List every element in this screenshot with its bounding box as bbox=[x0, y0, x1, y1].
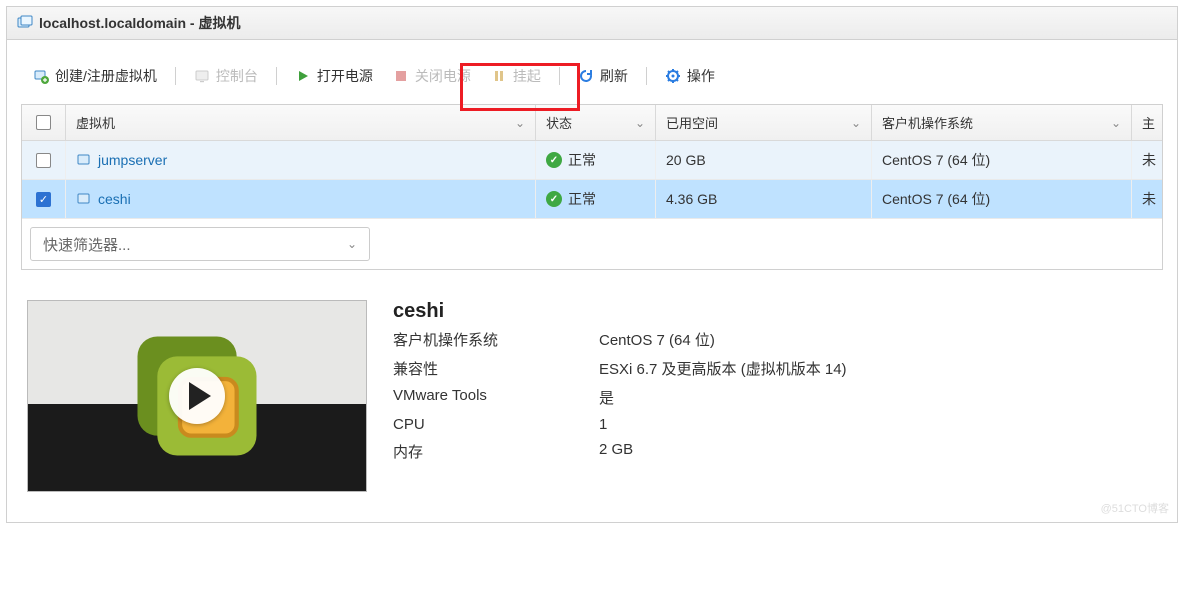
toolbar-separator bbox=[559, 67, 560, 85]
vm-icon bbox=[76, 191, 92, 207]
table-header-row: 虚拟机⌄ 状态⌄ 已用空间⌄ 客户机操作系统⌄ 主 bbox=[22, 105, 1162, 141]
power-on-button[interactable]: 打开电源 bbox=[287, 62, 381, 90]
os-cell: CentOS 7 (64 位) bbox=[872, 141, 1132, 179]
header-host[interactable]: 主 bbox=[1132, 105, 1162, 140]
create-register-vm-button[interactable]: 创建/注册虚拟机 bbox=[25, 62, 165, 90]
chevron-down-icon: ⌄ bbox=[851, 116, 861, 130]
panel-title: localhost.localdomain - 虚拟机 bbox=[39, 13, 240, 33]
toolbar-separator bbox=[646, 67, 647, 85]
header-os[interactable]: 客户机操作系统⌄ bbox=[872, 105, 1132, 140]
pause-icon bbox=[491, 68, 507, 84]
play-icon bbox=[295, 68, 311, 84]
console-button: 控制台 bbox=[186, 62, 266, 90]
detail-row: CPU1 bbox=[393, 412, 1157, 437]
chevron-down-icon: ⌄ bbox=[635, 116, 645, 130]
header-vm[interactable]: 虚拟机⌄ bbox=[66, 105, 536, 140]
toolbar-separator bbox=[276, 67, 277, 85]
stop-icon bbox=[393, 68, 409, 84]
panel-header: localhost.localdomain - 虚拟机 bbox=[7, 7, 1177, 40]
status-ok-icon: ✓ bbox=[546, 152, 562, 168]
space-cell: 20 GB bbox=[656, 141, 872, 179]
row-checkbox[interactable]: ✓ bbox=[36, 192, 51, 207]
play-overlay-icon bbox=[169, 368, 225, 424]
space-cell: 4.36 GB bbox=[656, 180, 872, 218]
header-checkbox-cell[interactable] bbox=[22, 105, 66, 140]
detail-area: ceshi 客户机操作系统CentOS 7 (64 位) 兼容性ESXi 6.7… bbox=[21, 270, 1163, 512]
detail-title: ceshi bbox=[393, 300, 1157, 323]
refresh-icon bbox=[578, 68, 594, 84]
vm-table: 虚拟机⌄ 状态⌄ 已用空间⌄ 客户机操作系统⌄ 主 jumpserver ✓正常… bbox=[21, 104, 1163, 270]
table-row[interactable]: jumpserver ✓正常 20 GB CentOS 7 (64 位) 未 bbox=[22, 141, 1162, 180]
table-row[interactable]: ✓ ceshi ✓正常 4.36 GB CentOS 7 (64 位) 未 bbox=[22, 180, 1162, 219]
watermark: @51CTO博客 bbox=[1101, 500, 1169, 516]
status-cell: ✓正常 bbox=[536, 141, 656, 179]
table-footer: 快速筛选器... ⌄ bbox=[22, 219, 1162, 269]
status-cell: ✓正常 bbox=[536, 180, 656, 218]
vm-name-cell[interactable]: jumpserver bbox=[66, 141, 536, 179]
detail-row: 内存2 GB bbox=[393, 437, 1157, 466]
row-checkbox-cell[interactable]: ✓ bbox=[22, 180, 66, 218]
quick-filter-select[interactable]: 快速筛选器... ⌄ bbox=[30, 227, 370, 261]
host-cell: 未 bbox=[1132, 141, 1162, 179]
row-checkbox[interactable] bbox=[36, 153, 51, 168]
vm-console-thumbnail[interactable] bbox=[27, 300, 367, 492]
refresh-button[interactable]: 刷新 bbox=[570, 62, 636, 90]
header-space[interactable]: 已用空间⌄ bbox=[656, 105, 872, 140]
detail-row: VMware Tools是 bbox=[393, 383, 1157, 412]
power-off-button: 关闭电源 bbox=[385, 62, 479, 90]
gear-icon bbox=[665, 68, 681, 84]
create-vm-icon bbox=[33, 68, 49, 84]
chevron-down-icon: ⌄ bbox=[1111, 116, 1121, 130]
vm-icon bbox=[76, 152, 92, 168]
actions-button[interactable]: 操作 bbox=[657, 62, 723, 90]
vm-name-cell[interactable]: ceshi bbox=[66, 180, 536, 218]
os-cell: CentOS 7 (64 位) bbox=[872, 180, 1132, 218]
header-status[interactable]: 状态⌄ bbox=[536, 105, 656, 140]
console-icon bbox=[194, 68, 210, 84]
status-ok-icon: ✓ bbox=[546, 191, 562, 207]
detail-row: 兼容性ESXi 6.7 及更高版本 (虚拟机版本 14) bbox=[393, 354, 1157, 383]
select-all-checkbox[interactable] bbox=[36, 115, 51, 130]
chevron-down-icon: ⌄ bbox=[515, 116, 525, 130]
chevron-down-icon: ⌄ bbox=[347, 237, 357, 251]
vm-header-icon bbox=[17, 15, 33, 31]
toolbar: 创建/注册虚拟机 控制台 打开电源 关闭电源 bbox=[21, 58, 1163, 104]
detail-row: 客户机操作系统CentOS 7 (64 位) bbox=[393, 325, 1157, 354]
detail-info: ceshi 客户机操作系统CentOS 7 (64 位) 兼容性ESXi 6.7… bbox=[393, 300, 1157, 492]
toolbar-separator bbox=[175, 67, 176, 85]
suspend-button: 挂起 bbox=[483, 62, 549, 90]
host-cell: 未 bbox=[1132, 180, 1162, 218]
row-checkbox-cell[interactable] bbox=[22, 141, 66, 179]
